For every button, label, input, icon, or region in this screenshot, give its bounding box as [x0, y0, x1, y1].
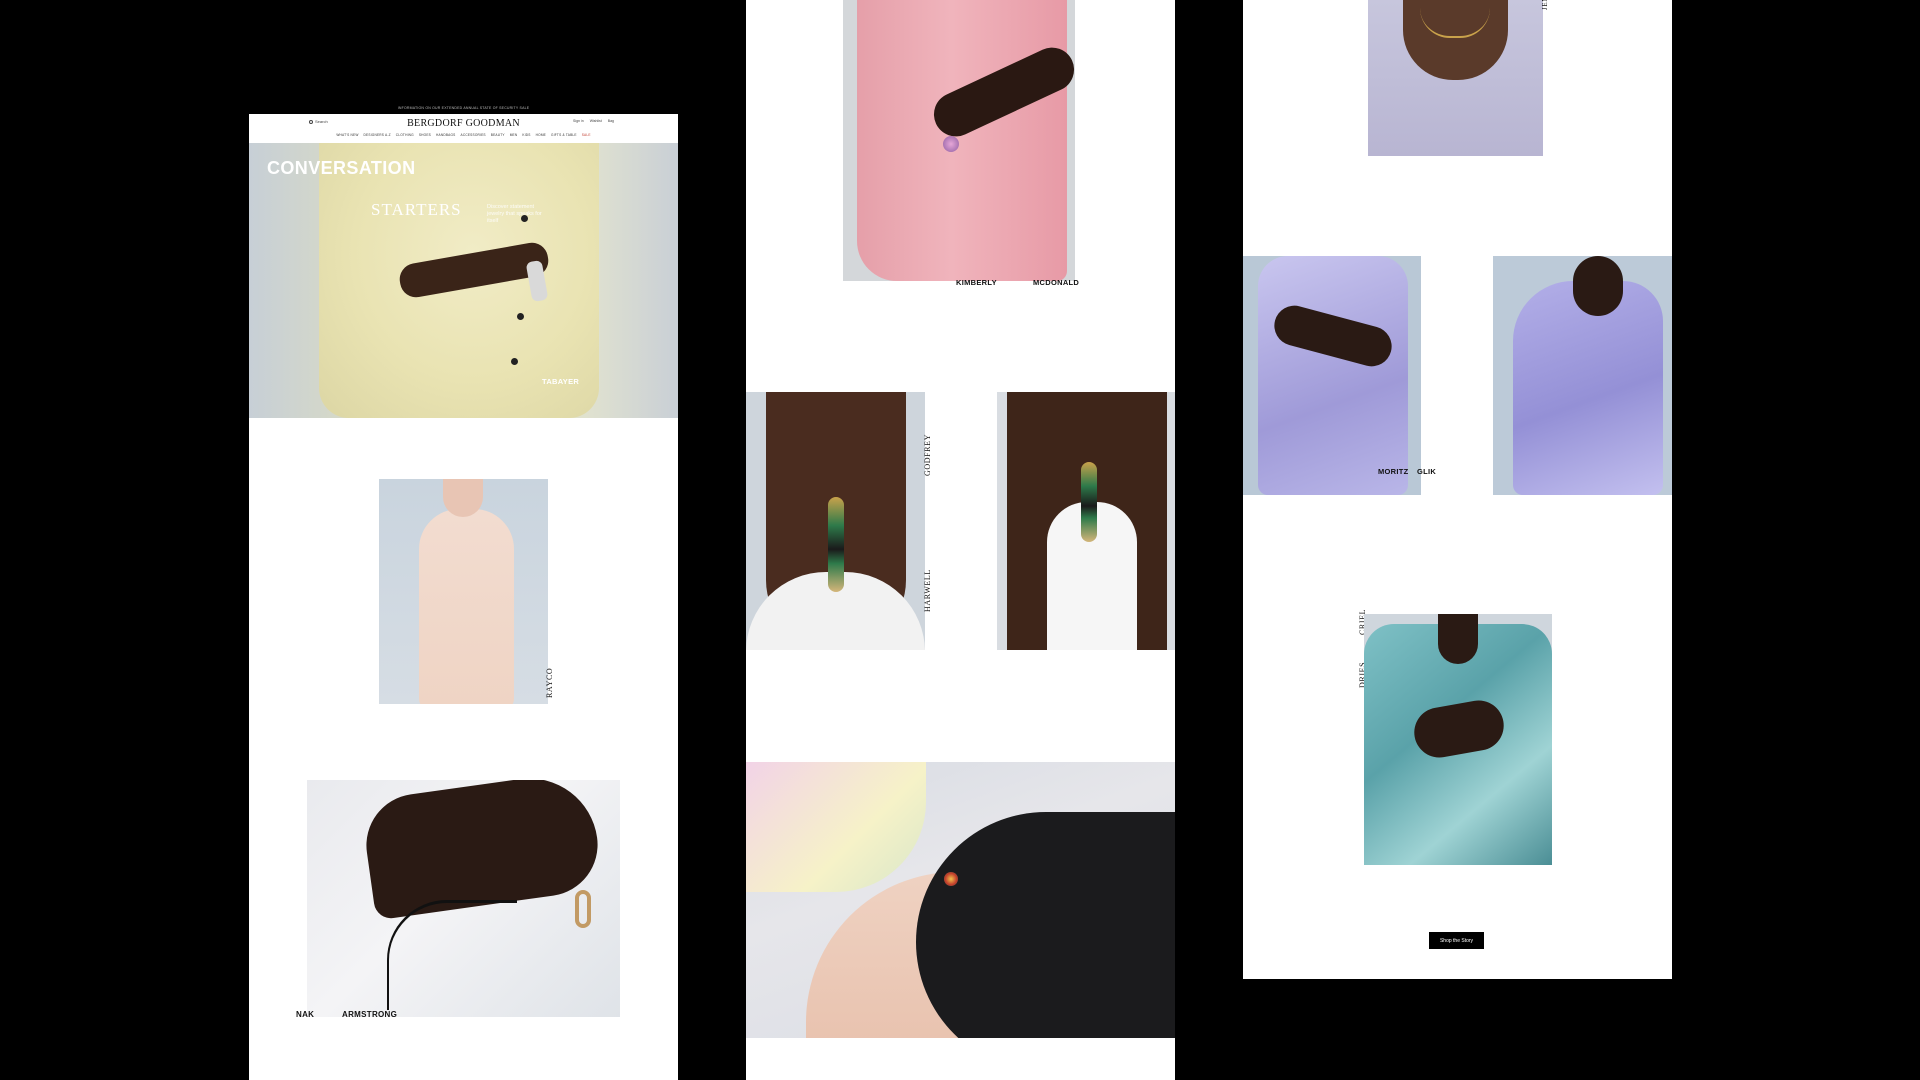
product-image-jen[interactable]: [1368, 0, 1543, 156]
shop-the-story-button[interactable]: Shop the Story: [1429, 932, 1484, 949]
product-image-kimberly-mcdonald[interactable]: [843, 0, 1075, 281]
page-column-1: Search BERGDORF GOODMAN Sign in Wishlist…: [249, 114, 678, 1080]
wishlist-link[interactable]: Wishlist: [590, 119, 602, 123]
main-nav: WHAT'S NEW DESIGNERS A-Z CLOTHING SHOES …: [249, 133, 678, 137]
designer-label-armstrong[interactable]: ARMSTRONG: [342, 1010, 397, 1019]
product-image-moritz-glik[interactable]: [1243, 256, 1421, 495]
designer-label-glik[interactable]: GLIK: [1417, 467, 1436, 476]
product-image-nak-armstrong[interactable]: [307, 780, 620, 1017]
jeweled-earring: [944, 872, 958, 886]
hero-blurb: Discover statement jewelry that speaks f…: [487, 204, 542, 224]
pendant-necklace: [1081, 462, 1097, 542]
product-image-dries[interactable]: [1364, 614, 1552, 865]
promo-banner[interactable]: INFORMATION ON OUR EXTENDED ANNUAL STATE…: [249, 106, 678, 110]
designer-label-nak[interactable]: NAK: [296, 1010, 314, 1019]
product-image-godfrey[interactable]: [746, 392, 925, 650]
designer-label-harwell[interactable]: HARWELL: [923, 569, 932, 612]
product-image-harwell[interactable]: [997, 392, 1175, 650]
hero-title: CONVERSATION: [267, 158, 416, 178]
nav-item-whats-new[interactable]: WHAT'S NEW: [336, 133, 358, 137]
designer-label-godfrey[interactable]: GODFREY: [923, 434, 932, 476]
jacket-button: [517, 313, 524, 320]
product-image-earring[interactable]: [746, 762, 1175, 1038]
nav-item-kids[interactable]: KIDS: [522, 133, 530, 137]
nav-item-beauty[interactable]: BEAUTY: [491, 133, 505, 137]
hero-image[interactable]: CONVERSATION STARTERS Discover statement…: [249, 143, 678, 418]
page-column-3: JEN MORITZ GLIK DRIES CRIEL Shop the Sto…: [1243, 0, 1672, 979]
account-links: Sign in Wishlist Bag: [573, 119, 614, 123]
sign-in-link[interactable]: Sign in: [573, 119, 584, 123]
pendant-necklace: [828, 497, 844, 592]
designer-label-moritz[interactable]: MORITZ: [1378, 467, 1409, 476]
model-bodysuit: [419, 509, 514, 704]
designer-label-rayco[interactable]: RAYCO: [545, 668, 554, 698]
designer-label-kimberly[interactable]: KIMBERLY: [956, 278, 997, 287]
product-image-glik-alt[interactable]: [1493, 256, 1672, 495]
nav-item-designers[interactable]: DESIGNERS A-Z: [364, 133, 391, 137]
gold-cuff: [575, 890, 591, 928]
site-header: Search BERGDORF GOODMAN Sign in Wishlist…: [249, 114, 678, 143]
model-head: [1438, 614, 1478, 664]
model-hair: [916, 812, 1175, 1038]
page-column-2: KIMBERLY MCDONALD GODFREY HARWELL: [746, 0, 1175, 1080]
designer-label-mcdonald[interactable]: MCDONALD: [1033, 278, 1079, 287]
nav-item-clothing[interactable]: CLOTHING: [396, 133, 414, 137]
hero-subtitle: STARTERS: [371, 200, 462, 219]
designer-label-tabayer[interactable]: TABAYER: [542, 377, 579, 386]
bag-link[interactable]: Bag: [608, 119, 614, 123]
nav-item-home[interactable]: HOME: [536, 133, 546, 137]
model-head: [1573, 256, 1623, 316]
nav-item-gifts[interactable]: GIFTS & TABLE: [551, 133, 577, 137]
pink-dress: [857, 0, 1067, 281]
nav-item-accessories[interactable]: ACCESSORIES: [461, 133, 486, 137]
nav-item-shoes[interactable]: SHOES: [419, 133, 431, 137]
designer-label-jen[interactable]: JEN: [1541, 0, 1549, 10]
nav-item-men[interactable]: MEN: [510, 133, 518, 137]
velvet-dress: [1258, 256, 1408, 495]
pastel-top: [746, 762, 926, 892]
gem-ring: [943, 136, 959, 152]
jacket-button: [511, 358, 518, 365]
nav-item-sale[interactable]: SALE: [582, 133, 591, 137]
product-image-rayco[interactable]: [379, 479, 548, 704]
nav-item-handbags[interactable]: HANDBAGS: [436, 133, 456, 137]
model-braids: [387, 900, 517, 1010]
